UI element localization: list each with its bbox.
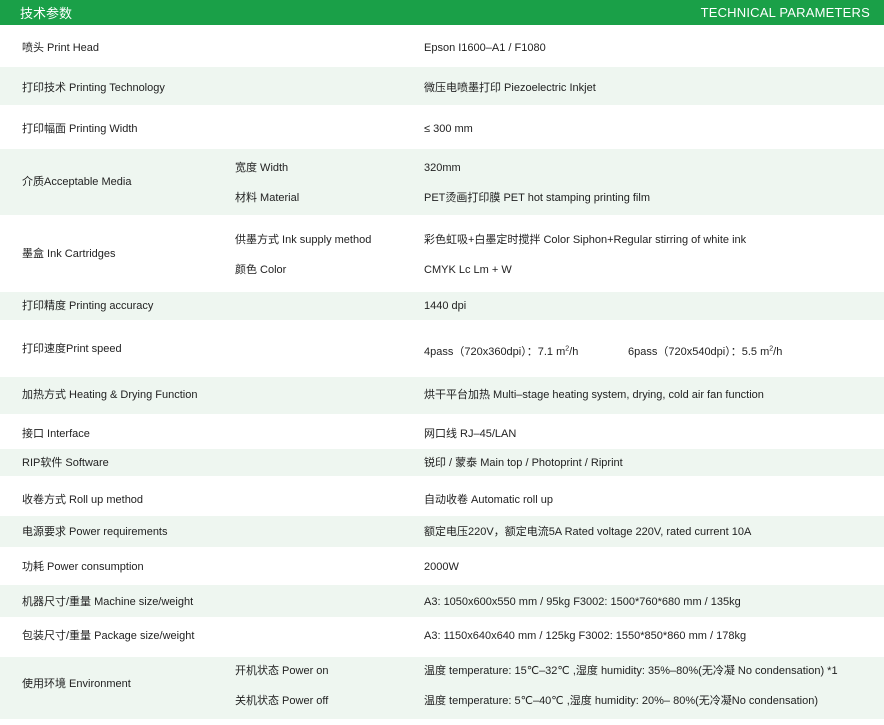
- row-value: PET烫画打印膜 PET hot stamping printing film: [424, 192, 650, 204]
- row-value: 2000W: [424, 561, 459, 573]
- sub-label: 颜色 Color: [235, 264, 287, 276]
- row-value: CMYK Lc Lm + W: [424, 264, 512, 276]
- row-label: 喷头 Print Head: [22, 42, 100, 54]
- row-label: 功耗 Power consumption: [22, 561, 144, 573]
- row-value: A3: 1150x640x640 mm / 125kg F3002: 1550*…: [424, 630, 747, 642]
- table-row: 加热方式 Heating & Drying Function 烘干平台加热 Mu…: [0, 377, 884, 414]
- header-title-cn: 技术参数: [20, 6, 73, 21]
- table-row: 打印精度 Printing accuracy 1440 dpi: [0, 292, 884, 320]
- row-label: 电源要求 Power requirements: [22, 526, 168, 538]
- speed-value-1: 4pass（720x360dpi）：7.1 m2/h: [424, 345, 579, 358]
- table-row: RIP软件 Software 锐印 / 蒙泰 Main top / Photop…: [0, 449, 884, 476]
- row-label: 打印幅面 Printing Width: [22, 123, 138, 135]
- table-row: 打印速度Print speed 4pass（720x360dpi）：7.1 m2…: [0, 320, 884, 377]
- table-row: 机器尺寸/重量 Machine size/weight A3: 1050x600…: [0, 585, 884, 617]
- row-label: 介质Acceptable Media: [22, 176, 132, 188]
- row-value: 温度 temperature: 5℃–40℃ ,湿度 humidity: 20%…: [424, 695, 818, 707]
- sub-label: 材料 Material: [235, 192, 300, 204]
- table-row: 介质Acceptable Media 宽度 Width 320mm 材料 Mat…: [0, 149, 884, 215]
- table-header: 技术参数 TECHNICAL PARAMETERS: [0, 0, 884, 25]
- row-value: 烘干平台加热 Multi–stage heating system, dryin…: [424, 389, 764, 401]
- row-value: 额定电压220V，额定电流5A Rated voltage 220V, rate…: [424, 526, 752, 538]
- spec-table: 喷头 Print Head Epson I1600–A1 / F1080 打印技…: [0, 25, 884, 719]
- row-value: 锐印 / 蒙泰 Main top / Photoprint / Riprint: [424, 457, 623, 469]
- row-label: 打印精度 Printing accuracy: [22, 300, 154, 312]
- sub-label: 开机状态 Power on: [235, 665, 329, 677]
- row-value: Epson I1600–A1 / F1080: [424, 42, 546, 54]
- table-row: 使用环境 Environment 开机状态 Power on 温度 temper…: [0, 657, 884, 719]
- row-value: 微压电喷墨打印 Piezoelectric Inkjet: [424, 82, 596, 94]
- table-row: 喷头 Print Head Epson I1600–A1 / F1080: [0, 25, 884, 67]
- row-label: 加热方式 Heating & Drying Function: [22, 389, 198, 401]
- row-value: ≤ 300 mm: [424, 123, 473, 135]
- row-label: 接口 Interface: [22, 428, 90, 440]
- row-value: 温度 temperature: 15℃–32℃ ,湿度 humidity: 35…: [424, 665, 838, 677]
- row-label: 收卷方式 Roll up method: [22, 494, 144, 506]
- row-value: 1440 dpi: [424, 300, 467, 312]
- table-row: 打印技术 Printing Technology 微压电喷墨打印 Piezoel…: [0, 67, 884, 105]
- table-row: 功耗 Power consumption 2000W: [0, 547, 884, 585]
- table-row: 包装尺寸/重量 Package size/weight A3: 1150x640…: [0, 617, 884, 657]
- row-value: 320mm: [424, 162, 461, 174]
- row-label: 包装尺寸/重量 Package size/weight: [22, 630, 195, 642]
- row-label: 墨盒 Ink Cartridges: [22, 248, 116, 260]
- row-value: 自动收卷 Automatic roll up: [424, 494, 553, 506]
- row-label: 打印技术 Printing Technology: [22, 82, 165, 94]
- row-label: 机器尺寸/重量 Machine size/weight: [22, 596, 194, 608]
- table-row: 墨盒 Ink Cartridges 供墨方式 Ink supply method…: [0, 215, 884, 292]
- row-value: A3: 1050x600x550 mm / 95kg F3002: 1500*7…: [424, 596, 741, 608]
- sub-label: 关机状态 Power off: [235, 695, 329, 707]
- row-value: 彩色虹吸+白墨定时搅拌 Color Siphon+Regular stirrin…: [424, 234, 747, 246]
- row-label: 打印速度Print speed: [22, 343, 122, 355]
- row-label: RIP软件 Software: [22, 457, 109, 469]
- row-value: 网口线 RJ–45/LAN: [424, 428, 517, 440]
- speed-value-2: 6pass（720x540dpi）：5.5 m2/h: [628, 345, 783, 358]
- table-row: 接口 Interface 网口线 RJ–45/LAN: [0, 414, 884, 449]
- sub-label: 宽度 Width: [235, 162, 289, 174]
- sub-label: 供墨方式 Ink supply method: [235, 234, 372, 246]
- header-title-en: TECHNICAL PARAMETERS: [700, 5, 870, 20]
- row-label: 使用环境 Environment: [22, 678, 131, 690]
- table-row: 收卷方式 Roll up method 自动收卷 Automatic roll …: [0, 476, 884, 516]
- table-row: 电源要求 Power requirements 额定电压220V，额定电流5A …: [0, 516, 884, 547]
- table-row: 打印幅面 Printing Width ≤ 300 mm: [0, 105, 884, 149]
